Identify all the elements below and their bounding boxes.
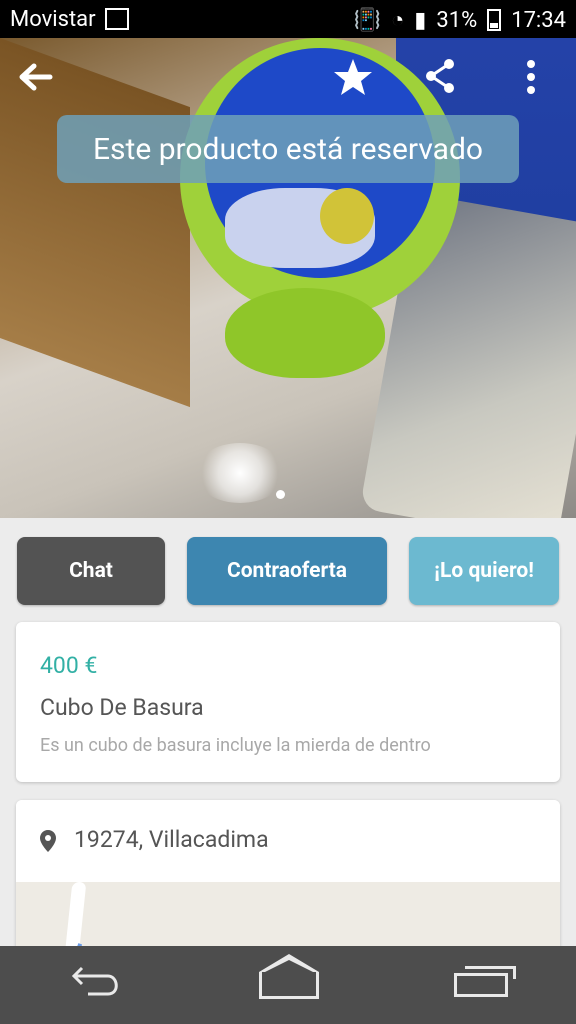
location-pin-icon bbox=[40, 830, 56, 852]
location-card[interactable]: 19274, Villacadima bbox=[16, 800, 560, 960]
product-title: Cubo De Basura bbox=[40, 694, 204, 721]
back-arrow-icon[interactable] bbox=[16, 58, 54, 103]
photo-pager-dot bbox=[276, 490, 285, 499]
nav-back-icon[interactable] bbox=[68, 964, 124, 1007]
signal-icon: ▮ bbox=[414, 7, 427, 33]
nav-home-icon[interactable] bbox=[258, 953, 319, 999]
battery-icon bbox=[487, 9, 502, 31]
image-notification-icon bbox=[105, 8, 129, 30]
photo-glare bbox=[195, 443, 285, 503]
system-nav-bar bbox=[0, 946, 576, 1024]
location-text: 19274, Villacadima bbox=[74, 826, 269, 853]
more-vert-icon[interactable] bbox=[520, 58, 542, 103]
want-button[interactable]: ¡Lo quiero! bbox=[409, 537, 559, 605]
photo-apple bbox=[320, 188, 374, 244]
product-photo[interactable] bbox=[0, 38, 576, 518]
status-indicators: 📳 ◔ ▮ 31% 17:34 bbox=[353, 7, 566, 34]
nav-recents-icon[interactable] bbox=[454, 966, 517, 997]
share-icon[interactable] bbox=[425, 58, 455, 101]
counteroffer-button[interactable]: Contraoferta bbox=[187, 537, 387, 605]
location-header: 19274, Villacadima bbox=[16, 800, 560, 882]
battery-percent: 31% bbox=[436, 7, 478, 33]
status-bar: Movistar 📳 ◔ ▮ 31% 17:34 bbox=[0, 0, 576, 38]
product-price: 400 € bbox=[40, 652, 98, 679]
clock: 17:34 bbox=[511, 7, 566, 33]
wifi-icon: ◔ bbox=[390, 8, 405, 33]
vibrate-icon: 📳 bbox=[353, 7, 381, 33]
reserved-banner: Este producto está reservado bbox=[57, 115, 519, 183]
product-card: 400 € Cubo De Basura Es un cubo de basur… bbox=[16, 622, 560, 782]
star-icon[interactable] bbox=[333, 58, 373, 103]
product-description: Es un cubo de basura incluye la mierda d… bbox=[40, 735, 431, 756]
photo-frog bbox=[225, 288, 385, 378]
carrier-name: Movistar bbox=[10, 7, 96, 32]
chat-button[interactable]: Chat bbox=[17, 537, 165, 605]
